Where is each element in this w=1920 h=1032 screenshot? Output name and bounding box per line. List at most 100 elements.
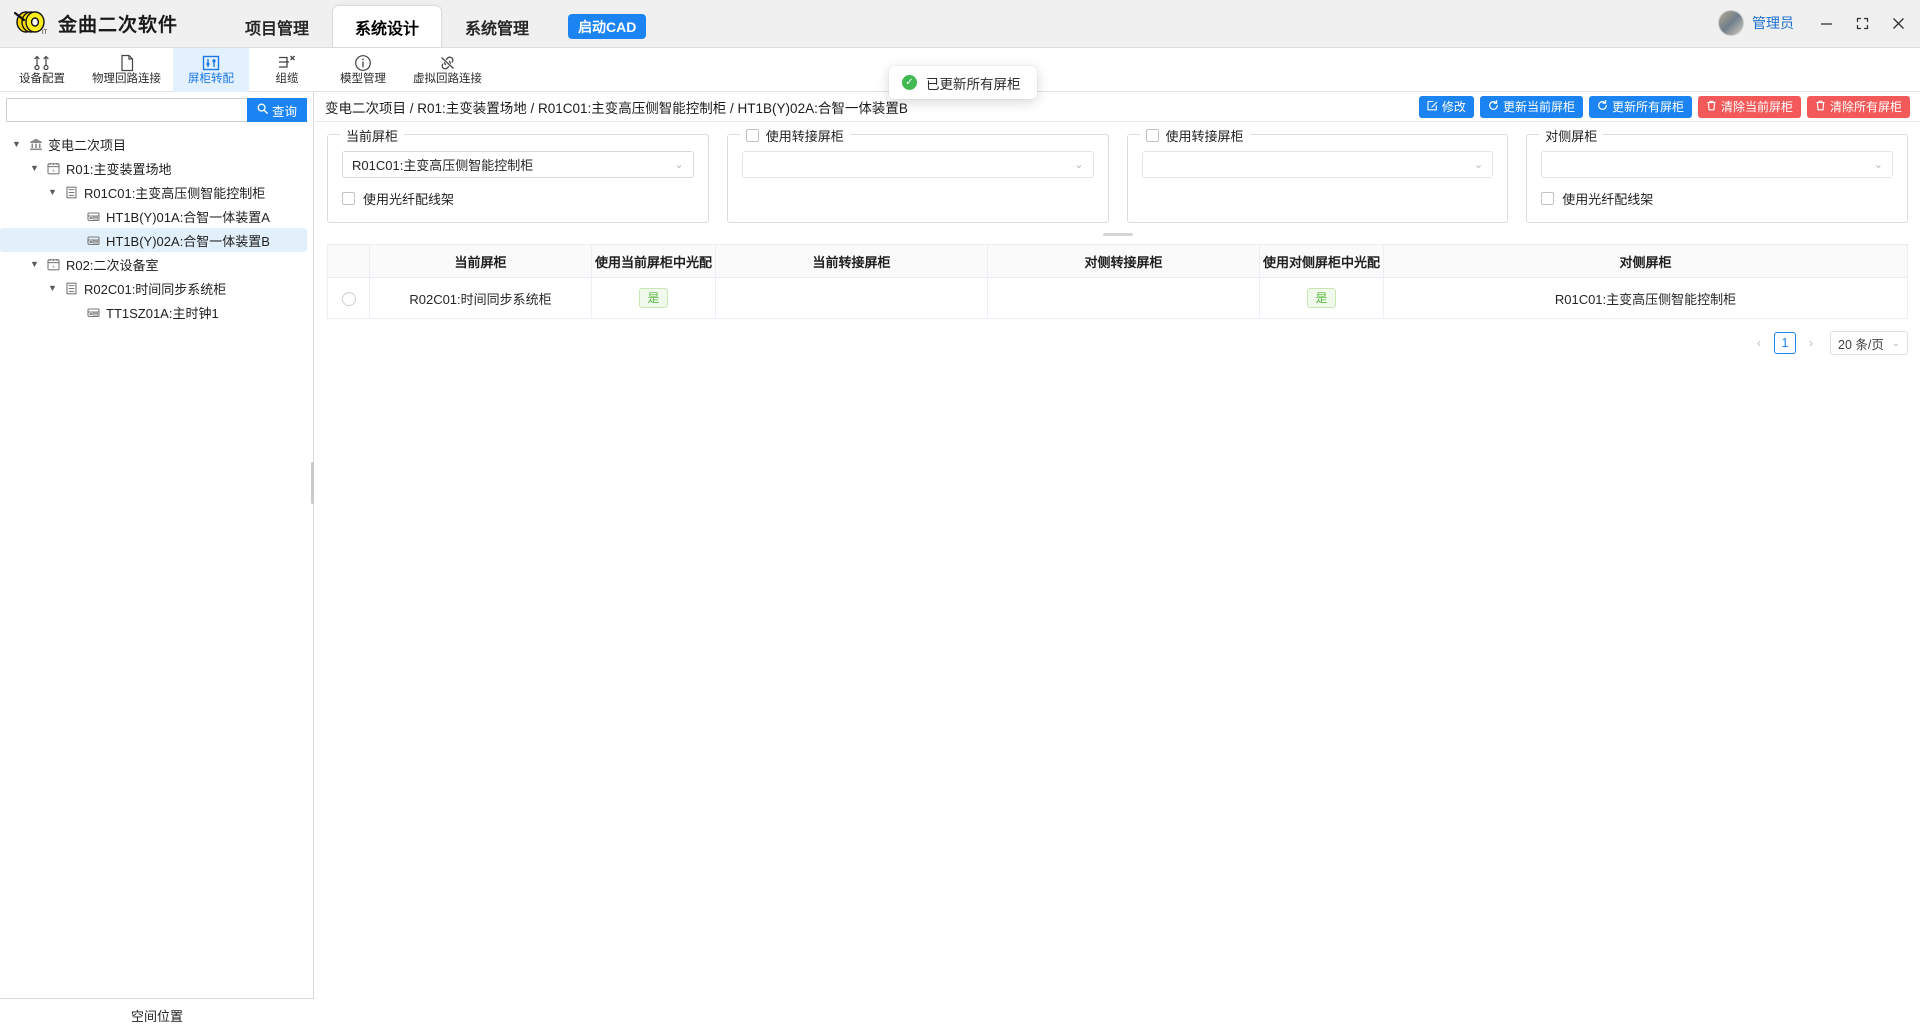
device-icon: [86, 305, 101, 320]
project-tree: ▼ 变电二次项目 ▼: [0, 128, 313, 324]
sidebar-footer-space-position[interactable]: 空间位置: [0, 998, 314, 1032]
edit-button[interactable]: 修改: [1419, 96, 1474, 118]
search-icon: [257, 103, 268, 117]
ribbon-label-cabinet-transfer: 屏柜转配: [188, 74, 234, 86]
opposite-cabinet-select[interactable]: ⌄: [1541, 151, 1893, 178]
update-all-cabinets-button[interactable]: 更新所有屏柜: [1589, 96, 1692, 118]
tab-system-design[interactable]: 系统设计: [332, 5, 442, 47]
cabinet-table: 当前屏柜 使用当前屏柜中光配 当前转接屏柜 对侧转接屏柜 使用对侧屏柜中光配 对…: [327, 244, 1908, 319]
use-opposite-transfer-cabinet-checkbox[interactable]: [1146, 129, 1159, 142]
device-icon: [86, 233, 101, 248]
tree-node-device-ht1b02a[interactable]: ▼ HT1B(Y)02A:合智一体装置B: [0, 228, 307, 252]
panel-legend-label: 使用转接屏柜: [766, 126, 844, 145]
panel-legend-opposite-cabinet: 对侧屏柜: [1539, 126, 1603, 145]
clear-all-cabinets-label: 清除所有屏柜: [1830, 98, 1902, 115]
table-row[interactable]: R02C01:时间同步系统柜 是 是 R01C01:主变高压侧智能控制柜: [328, 278, 1908, 319]
table-cell-opposite-transfer-cabinet: [988, 278, 1260, 319]
ribbon-item-device-config[interactable]: 设备配置: [4, 48, 80, 92]
svg-text:s: s: [52, 168, 55, 173]
pagination-page-1[interactable]: 1: [1774, 332, 1796, 354]
tab-project-management[interactable]: 项目管理: [222, 6, 332, 47]
current-odf-checkbox-row[interactable]: 使用光纤配线架: [342, 189, 694, 208]
chevron-down-icon[interactable]: ▼: [28, 258, 41, 271]
ribbon-item-cabinet-transfer[interactable]: 屏柜转配: [173, 48, 249, 92]
action-button-group: 修改 更新当前屏柜 更新所有屏柜: [1419, 96, 1910, 118]
tree-node-device-tt1sz01a[interactable]: ▼ TT1SZ01A:主时钟1: [0, 300, 307, 324]
update-current-cabinet-label: 更新当前屏柜: [1503, 98, 1575, 115]
opposite-odf-checkbox-row[interactable]: 使用光纤配线架: [1541, 189, 1893, 208]
opposite-odf-label: 使用光纤配线架: [1562, 189, 1653, 208]
current-odf-checkbox[interactable]: [342, 192, 355, 205]
current-odf-label: 使用光纤配线架: [363, 189, 454, 208]
panel-legend-opposite-transfer[interactable]: 使用转接屏柜: [1140, 126, 1250, 145]
chevron-down-icon[interactable]: ▼: [46, 282, 59, 295]
refresh-icon: [1488, 100, 1499, 114]
document-icon: [118, 53, 136, 72]
panel-opposite-transfer-cabinet: 使用转接屏柜 ⌄: [1127, 134, 1509, 223]
username-label[interactable]: 管理员: [1752, 13, 1794, 33]
current-cabinet-select[interactable]: R01C01:主变高压侧智能控制柜 ⌄: [342, 151, 694, 178]
toast-notification: ✓ 已更新所有屏柜: [889, 66, 1037, 99]
ribbon-item-virtual-circuit[interactable]: 虚拟回路连接: [401, 48, 494, 92]
refresh-icon: [1597, 100, 1608, 114]
tree-label: R01C01:主变高压侧智能控制柜: [84, 183, 265, 202]
ribbon-label-cable-group: 组缆: [276, 74, 299, 86]
tree-node-project[interactable]: ▼ 变电二次项目: [0, 132, 307, 156]
chevron-down-icon: ⌄: [1474, 158, 1483, 171]
update-current-cabinet-button[interactable]: 更新当前屏柜: [1480, 96, 1583, 118]
search-input[interactable]: [6, 98, 247, 122]
tree-label: HT1B(Y)01A:合智一体装置A: [106, 207, 270, 226]
svg-text:IT: IT: [42, 30, 48, 36]
tree-node-site-r01[interactable]: ▼ s R01:主变装置场地: [0, 156, 307, 180]
chevron-down-icon[interactable]: ▼: [46, 186, 59, 199]
tree-node-device-ht1b01a[interactable]: ▼ HT1B(Y)01A:合智一体装置A: [0, 204, 307, 228]
table-header-current-transfer-cabinet: 当前转接屏柜: [716, 245, 988, 278]
opposite-odf-checkbox[interactable]: [1541, 192, 1554, 205]
status-badge: 是: [639, 288, 667, 308]
tree-node-site-r02[interactable]: ▼ s R02:二次设备室: [0, 252, 307, 276]
tree-label: TT1SZ01A:主时钟1: [106, 303, 219, 322]
ribbon-item-cable-group[interactable]: 组缆: [249, 48, 325, 92]
tab-system-management[interactable]: 系统管理: [442, 6, 552, 47]
ribbon-item-physical-circuit[interactable]: 物理回路连接: [80, 48, 173, 92]
clear-all-cabinets-button[interactable]: 清除所有屏柜: [1807, 96, 1910, 118]
device-config-icon: [33, 53, 51, 72]
avatar[interactable]: [1718, 10, 1744, 36]
opposite-transfer-cabinet-select[interactable]: ⌄: [1142, 151, 1494, 178]
pagination: ‹ 1 › 20 条/页 ⌄: [315, 319, 1920, 355]
ribbon-label-model-management: 模型管理: [340, 74, 386, 86]
chevron-down-icon[interactable]: ▼: [10, 138, 23, 151]
panel-legend-current-transfer[interactable]: 使用转接屏柜: [740, 126, 850, 145]
clear-current-cabinet-button[interactable]: 清除当前屏柜: [1698, 96, 1801, 118]
table-cell-select[interactable]: [328, 278, 370, 319]
panel-legend-label: 使用转接屏柜: [1166, 126, 1244, 145]
table-header-row: 当前屏柜 使用当前屏柜中光配 当前转接屏柜 对侧转接屏柜 使用对侧屏柜中光配 对…: [328, 245, 1908, 278]
row-radio-button[interactable]: [342, 292, 356, 306]
panel-current-cabinet: 当前屏柜 R01C01:主变高压侧智能控制柜 ⌄ 使用光纤配线架: [327, 134, 709, 223]
current-transfer-cabinet-select[interactable]: ⌄: [742, 151, 1094, 178]
ribbon-item-model-management[interactable]: 模型管理: [325, 48, 401, 92]
use-transfer-cabinet-checkbox[interactable]: [746, 129, 759, 142]
launch-cad-button[interactable]: 启动CAD: [568, 14, 646, 39]
pagination-prev-button[interactable]: ‹: [1750, 332, 1768, 354]
table-header-use-current-odf: 使用当前屏柜中光配: [592, 245, 716, 278]
minimize-icon[interactable]: [1812, 8, 1840, 38]
trash-icon: [1815, 100, 1826, 114]
broken-link-icon: [438, 53, 457, 72]
sidebar-resize-handle[interactable]: [311, 462, 314, 504]
close-icon[interactable]: [1884, 8, 1912, 38]
site-icon: s: [46, 257, 61, 272]
tree-node-cabinet-r02c01[interactable]: ▼ R02C01:时间同步系统柜: [0, 276, 307, 300]
chevron-down-icon[interactable]: ▼: [28, 162, 41, 175]
edit-button-label: 修改: [1442, 98, 1466, 115]
tree-label: HT1B(Y)02A:合智一体装置B: [106, 231, 270, 250]
table-header-opposite-cabinet: 对侧屏柜: [1384, 245, 1908, 278]
maximize-icon[interactable]: [1848, 8, 1876, 38]
yellow-disc-logo-icon: IT: [14, 10, 48, 36]
pagination-next-button[interactable]: ›: [1802, 332, 1820, 354]
tree-node-cabinet-r01c01[interactable]: ▼ R01C01:主变高压侧智能控制柜: [0, 180, 307, 204]
page-size-select[interactable]: 20 条/页 ⌄: [1830, 331, 1908, 355]
breadcrumb: 变电二次项目 / R01:主变装置场地 / R01C01:主变高压侧智能控制柜 …: [325, 97, 908, 117]
edit-icon: [1427, 100, 1438, 114]
search-button[interactable]: 查询: [247, 98, 307, 122]
